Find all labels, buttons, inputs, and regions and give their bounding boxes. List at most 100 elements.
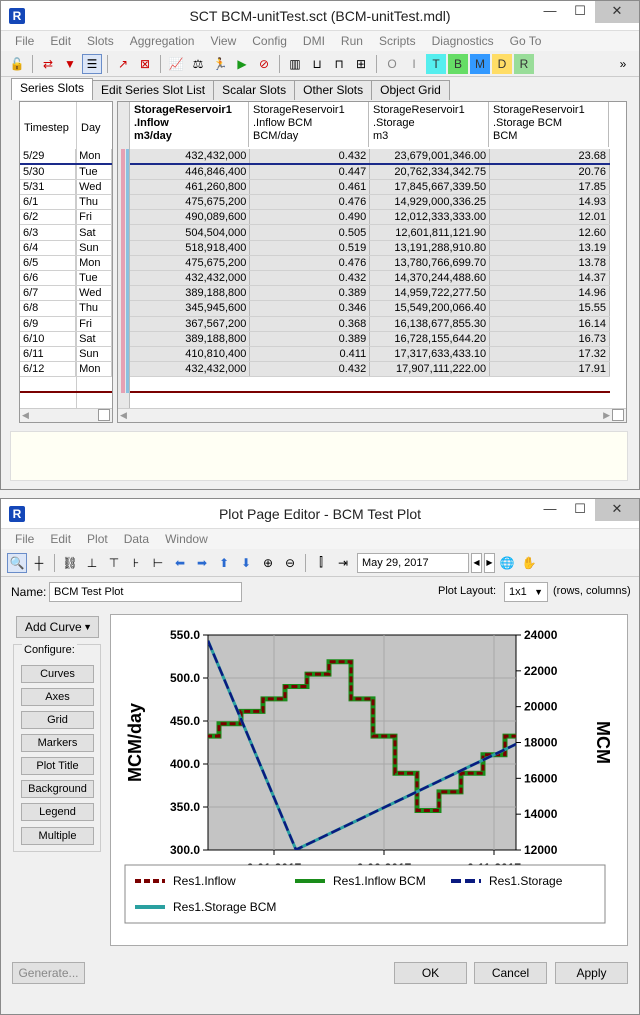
row-header-row[interactable]: 6/10 Sat xyxy=(20,331,112,347)
m-flag-icon[interactable]: M xyxy=(470,53,490,74)
background-button[interactable]: Background xyxy=(21,780,94,798)
table-row[interactable]: 389,188,800 0.389 14,959,722,277.50 14.96 xyxy=(130,285,610,302)
plot-menu-edit[interactable]: Edit xyxy=(42,532,79,546)
menu-run[interactable]: Run xyxy=(333,34,371,48)
table-row[interactable]: 490,089,600 0.490 12,012,333,333.00 12.01 xyxy=(130,209,610,226)
value-cell[interactable]: 15,549,200,066.40 xyxy=(369,300,491,317)
row-header-row[interactable]: 6/6 Tue xyxy=(20,270,112,287)
axis-r-icon[interactable]: ⊦ xyxy=(126,553,146,573)
table-row[interactable]: 389,188,800 0.389 16,728,155,644.20 16.73 xyxy=(130,331,610,347)
value-cell[interactable]: 0.432 xyxy=(249,361,371,378)
arrow-right-icon[interactable]: ➡ xyxy=(192,553,212,573)
value-cell[interactable]: 0.432 xyxy=(249,270,371,287)
hand-icon[interactable]: ✋ xyxy=(519,553,539,573)
value-cell[interactable]: 13,780,766,699.70 xyxy=(369,255,491,272)
scale-icon[interactable]: ⚖ xyxy=(188,54,208,74)
value-cell[interactable]: 0.447 xyxy=(249,164,371,180)
menu-slots[interactable]: Slots xyxy=(79,34,122,48)
add-curve-button[interactable]: Add Curve ▼ xyxy=(16,616,99,638)
tab-series-slots[interactable]: Series Slots xyxy=(11,78,94,100)
plot-menu-window[interactable]: Window xyxy=(157,532,216,546)
value-cell[interactable]: 12,012,333,333.00 xyxy=(369,209,491,226)
row-header-row[interactable]: 5/30 Tue xyxy=(20,164,112,180)
value-cell[interactable]: 16,138,677,855.30 xyxy=(369,316,491,332)
table-row[interactable]: 432,432,000 0.432 23,679,001,346.00 23.68 xyxy=(130,149,610,165)
ok-button[interactable]: OK xyxy=(394,962,467,984)
list-view-icon[interactable]: ☰ xyxy=(82,53,102,74)
value-cell[interactable]: 0.505 xyxy=(249,224,371,241)
value-cell[interactable]: 432,432,000 xyxy=(130,270,251,287)
value-cell[interactable]: 0.368 xyxy=(249,316,371,332)
table-row[interactable]: 475,675,200 0.476 13,780,766,699.70 13.78 xyxy=(130,255,610,272)
value-cell[interactable]: 0.346 xyxy=(249,300,371,317)
plot-menu-file[interactable]: File xyxy=(7,532,42,546)
generate-button[interactable]: Generate... xyxy=(12,962,85,984)
menu-dmi[interactable]: DMI xyxy=(295,34,333,48)
value-cell[interactable]: 0.476 xyxy=(249,255,371,272)
tab-object-grid[interactable]: Object Grid xyxy=(371,80,450,100)
value-cell[interactable]: 14,370,244,488.60 xyxy=(369,270,491,287)
value-cell[interactable]: 12,601,811,121.90 xyxy=(369,224,491,241)
crosshair-icon[interactable]: ┼ xyxy=(29,553,49,573)
value-cell[interactable]: 13,191,288,910.80 xyxy=(369,240,491,256)
plot-title-button[interactable]: Plot Title xyxy=(21,757,94,775)
axis-t-icon[interactable]: ⊤ xyxy=(104,553,124,573)
r-flag-icon[interactable]: R xyxy=(514,53,534,74)
menu-scripts[interactable]: Scripts xyxy=(371,34,424,48)
value-cell[interactable]: 0.389 xyxy=(249,331,371,347)
table-row[interactable]: 432,432,000 0.432 14,370,244,488.60 14.37 xyxy=(130,270,610,287)
value-cell[interactable]: 504,504,000 xyxy=(130,224,251,241)
tab-scalar-slots[interactable]: Scalar Slots xyxy=(213,80,296,100)
link-icon[interactable]: ⇄ xyxy=(38,54,58,74)
plot-close-button[interactable]: ✕ xyxy=(595,499,639,521)
plot-menu-plot[interactable]: Plot xyxy=(79,532,116,546)
value-cell[interactable]: 367,567,200 xyxy=(130,316,251,332)
table-row[interactable]: 367,567,200 0.368 16,138,677,855.30 16.14 xyxy=(130,316,610,332)
value-cell[interactable]: 16.14 xyxy=(489,316,610,332)
fit-all-icon[interactable]: ⊞ xyxy=(351,54,371,74)
axes-button[interactable]: Axes xyxy=(21,688,94,706)
row-header-row[interactable]: 6/5 Mon xyxy=(20,255,112,272)
value-cell[interactable]: 14,929,000,336.25 xyxy=(369,194,491,211)
o-flag-icon[interactable]: O xyxy=(382,54,402,74)
t-flag-icon[interactable]: T xyxy=(426,53,446,74)
table-row[interactable]: 475,675,200 0.476 14,929,000,336.25 14.93 xyxy=(130,194,610,211)
table-row[interactable]: 410,810,400 0.411 17,317,633,433.10 17.32 xyxy=(130,346,610,363)
plot-menu-data[interactable]: Data xyxy=(116,532,157,546)
value-cell[interactable]: 20,762,334,342.75 xyxy=(369,164,491,180)
plot-layout-select[interactable]: 1x1 ▼ xyxy=(504,582,548,602)
arrow-left-icon[interactable]: ⬅ xyxy=(170,553,190,573)
menu-config[interactable]: Config xyxy=(244,34,295,48)
table-row[interactable]: 446,846,400 0.447 20,762,334,342.75 20.76 xyxy=(130,164,610,180)
date-next-icon[interactable]: ▶ xyxy=(484,552,495,573)
data-scrollbar[interactable]: ◀ ▶ xyxy=(118,408,626,422)
row-header-row[interactable]: 6/2 Fri xyxy=(20,209,112,226)
table-row[interactable]: 518,918,400 0.519 13,191,288,910.80 13.19 xyxy=(130,240,610,256)
fit-width-icon[interactable]: ⊔ xyxy=(307,54,327,74)
zoom-out-icon[interactable]: ⊖ xyxy=(280,553,300,573)
value-cell[interactable]: 17,845,667,339.50 xyxy=(369,179,491,196)
value-cell[interactable]: 461,260,800 xyxy=(130,179,251,196)
markers-button[interactable]: Markers xyxy=(21,734,94,752)
chain-link-icon[interactable]: ⛓ xyxy=(60,553,80,573)
remove-slot-icon[interactable]: ⊠ xyxy=(135,54,155,74)
run-person-icon[interactable]: 🏃 xyxy=(210,54,230,74)
value-cell[interactable]: 432,432,000 xyxy=(130,149,251,165)
table-row[interactable]: 432,432,000 0.432 17,907,111,222.00 17.91 xyxy=(130,361,610,378)
value-cell[interactable]: 490,089,600 xyxy=(130,209,251,226)
value-cell[interactable]: 410,810,400 xyxy=(130,346,251,363)
value-cell[interactable]: 0.389 xyxy=(249,285,371,302)
menu-file[interactable]: File xyxy=(7,34,42,48)
column-header-storage[interactable]: StorageReservoir1 .Storage m3 xyxy=(369,102,489,147)
row-header-row[interactable]: 6/1 Thu xyxy=(20,194,112,211)
date-field[interactable]: May 29, 2017 xyxy=(357,552,469,573)
value-cell[interactable]: 16,728,155,644.20 xyxy=(369,331,491,347)
value-cell[interactable]: 17.85 xyxy=(489,179,610,196)
plot-minimize-button[interactable]: — xyxy=(535,499,565,521)
row-header-row[interactable]: 6/12 Mon xyxy=(20,361,112,378)
value-cell[interactable]: 12.01 xyxy=(489,209,610,226)
stop-icon[interactable]: ⊘ xyxy=(254,54,274,74)
tab-other-slots[interactable]: Other Slots xyxy=(294,80,373,100)
fit-height-icon[interactable]: ⊓ xyxy=(329,54,349,74)
value-cell[interactable]: 15.55 xyxy=(489,300,610,317)
